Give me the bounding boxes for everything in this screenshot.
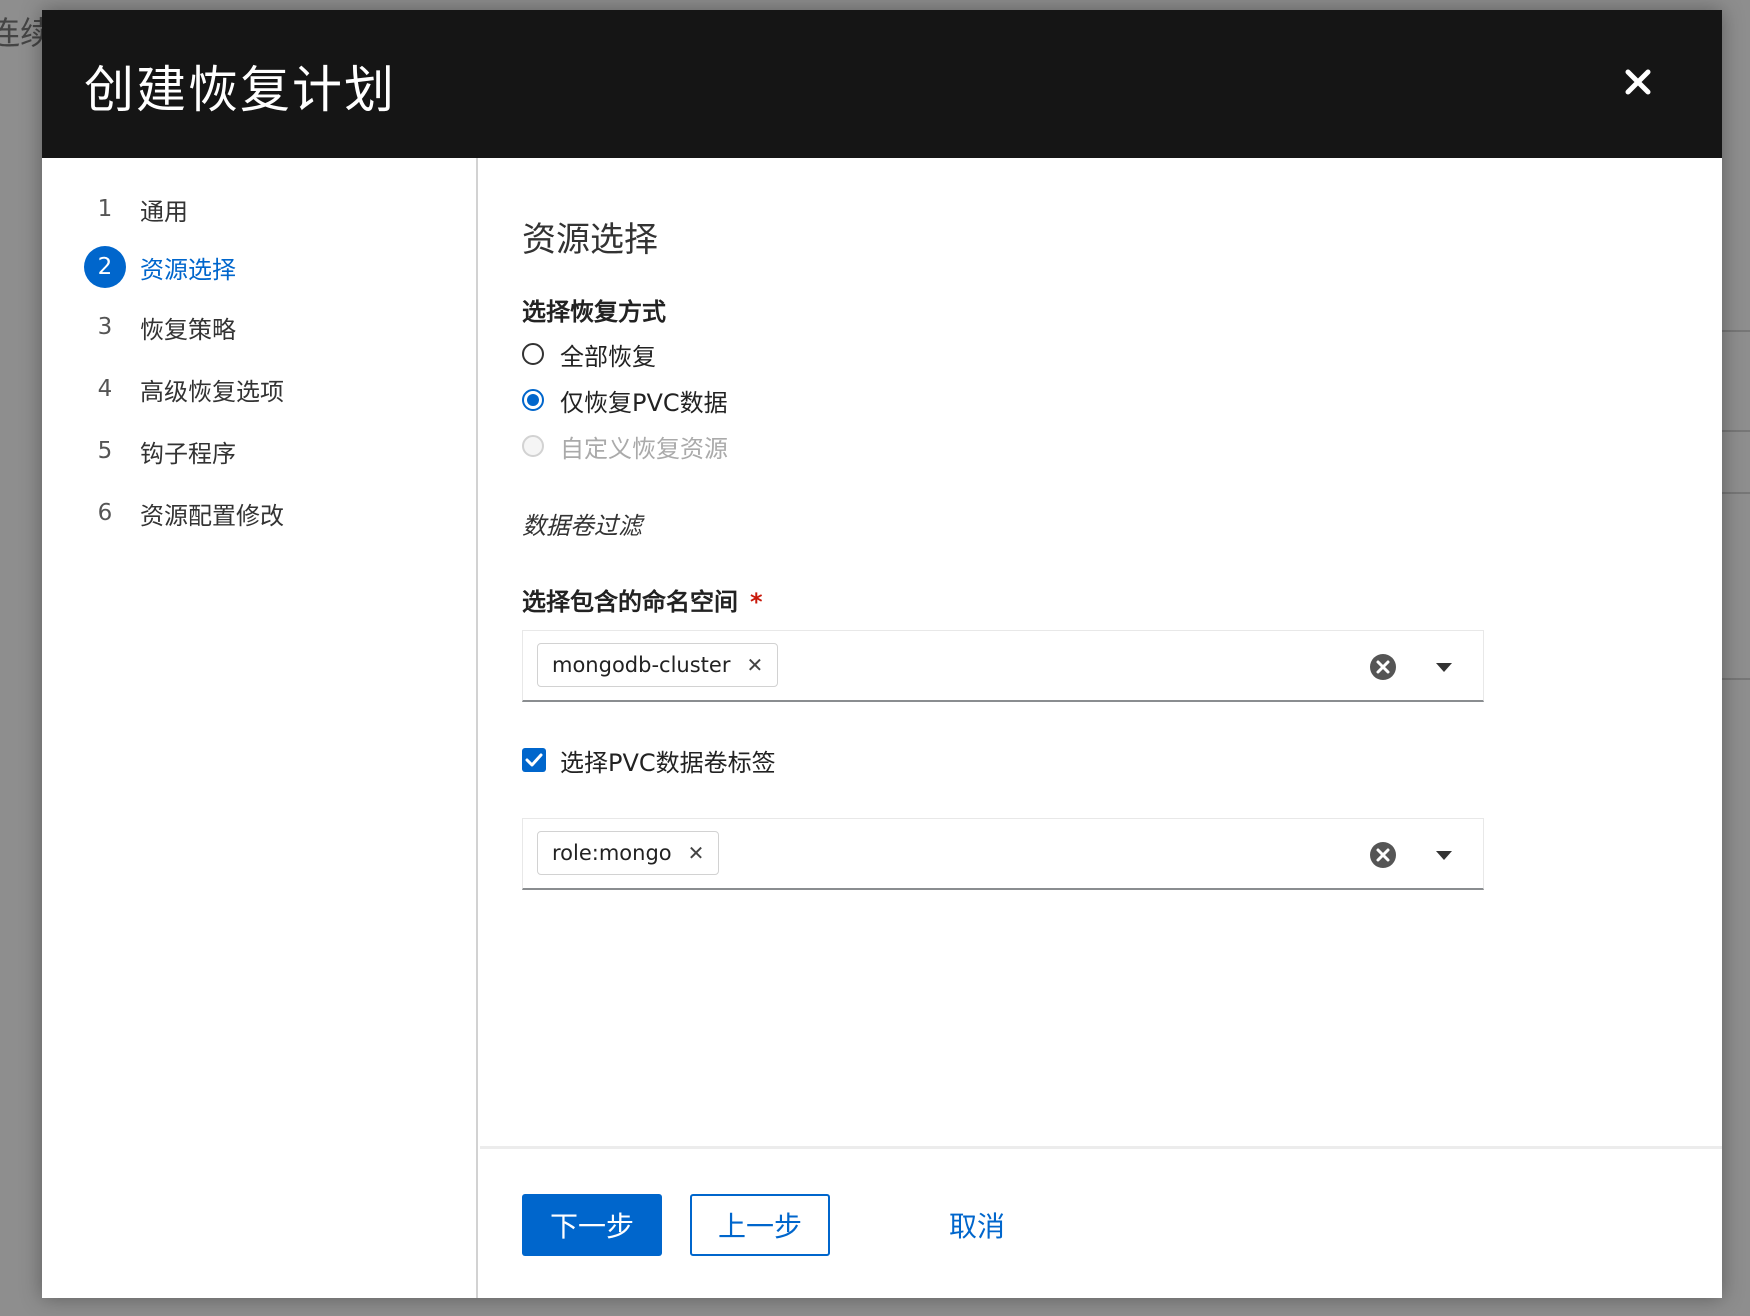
modal-header: 创建恢复计划: [42, 10, 1722, 158]
chip-label: role:mongo: [552, 841, 672, 865]
wizard-step-hooks[interactable]: 5 钩子程序: [84, 428, 236, 474]
pvc-label-multiselect[interactable]: role:mongo ✕: [522, 818, 1484, 890]
radio-custom-restore: 自定义恢复资源: [522, 426, 728, 466]
close-button[interactable]: [1618, 62, 1658, 102]
chip-remove-icon[interactable]: ✕: [688, 841, 705, 865]
background-divider: [1718, 678, 1750, 680]
step-label: 高级恢复选项: [140, 377, 284, 406]
wizard-nav: 1 通用 2 资源选择 3 恢复策略 4 高级恢复选项 5 钩子程序 6 资源配…: [42, 158, 478, 1298]
radio-label: 全部恢复: [560, 342, 656, 371]
close-icon: [1625, 69, 1651, 95]
wizard-step-resource-selection[interactable]: 2 资源选择: [84, 244, 236, 290]
step-label: 通用: [140, 197, 188, 226]
step-label: 资源配置修改: [140, 501, 284, 530]
checkmark-icon: [525, 753, 543, 767]
restore-mode-label: 选择恢复方式: [522, 298, 666, 326]
step-label: 钩子程序: [140, 439, 236, 468]
namespace-label-text: 选择包含的命名空间: [522, 588, 738, 616]
clear-all-icon[interactable]: [1369, 653, 1397, 681]
back-button[interactable]: 上一步: [690, 1194, 830, 1256]
footer-divider: [480, 1146, 1722, 1149]
required-mark: *: [750, 588, 763, 616]
namespace-field-label: 选择包含的命名空间 *: [522, 582, 763, 617]
section-title: 资源选择: [522, 220, 658, 260]
next-button[interactable]: 下一步: [522, 1194, 662, 1256]
chip-remove-icon[interactable]: ✕: [746, 653, 763, 677]
pvc-label-chip: role:mongo ✕: [537, 831, 720, 875]
radio-button[interactable]: [522, 389, 544, 411]
create-restore-plan-modal: 创建恢复计划 1 通用 2 资源选择 3 恢复策略 4 高级恢复选项 5 钩子程…: [42, 10, 1722, 1298]
background-divider: [1718, 430, 1750, 432]
cancel-button[interactable]: 取消: [922, 1194, 1032, 1256]
wizard-step-resource-modification[interactable]: 6 资源配置修改: [84, 490, 284, 536]
pvc-label-checkbox-row[interactable]: 选择PVC数据卷标签: [522, 740, 776, 780]
namespace-chip: mongodb-cluster ✕: [537, 643, 779, 687]
background-divider: [1718, 492, 1750, 494]
chevron-down-icon[interactable]: [1435, 661, 1453, 673]
wizard-step-restore-policy[interactable]: 3 恢复策略: [84, 304, 236, 350]
step-number: 2: [84, 246, 126, 288]
clear-all-icon[interactable]: [1369, 841, 1397, 869]
chip-label: mongodb-cluster: [552, 653, 731, 677]
step-label: 资源选择: [140, 255, 236, 284]
radio-pvc-only-restore[interactable]: 仅恢复PVC数据: [522, 380, 728, 420]
modal-title: 创建恢复计划: [84, 61, 396, 119]
volume-filter-label: 数据卷过滤: [522, 512, 642, 540]
checkbox-label: 选择PVC数据卷标签: [560, 748, 776, 777]
step-number: 1: [97, 196, 113, 222]
step-number: 4: [97, 376, 113, 402]
step-number: 3: [97, 314, 113, 340]
wizard-step-advanced-options[interactable]: 4 高级恢复选项: [84, 366, 284, 412]
radio-label: 自定义恢复资源: [560, 434, 728, 463]
step-label: 恢复策略: [140, 315, 236, 344]
radio-label: 仅恢复PVC数据: [560, 388, 728, 417]
wizard-step-general[interactable]: 1 通用: [84, 186, 188, 232]
step-number: 6: [97, 500, 113, 526]
chevron-down-icon[interactable]: [1435, 849, 1453, 861]
radio-button[interactable]: [522, 343, 544, 365]
radio-button: [522, 435, 544, 457]
step-number: 5: [97, 438, 113, 464]
namespace-multiselect[interactable]: mongodb-cluster ✕: [522, 630, 1484, 702]
background-divider: [1718, 330, 1750, 332]
pvc-label-checkbox[interactable]: [522, 748, 546, 772]
radio-full-restore[interactable]: 全部恢复: [522, 334, 656, 374]
